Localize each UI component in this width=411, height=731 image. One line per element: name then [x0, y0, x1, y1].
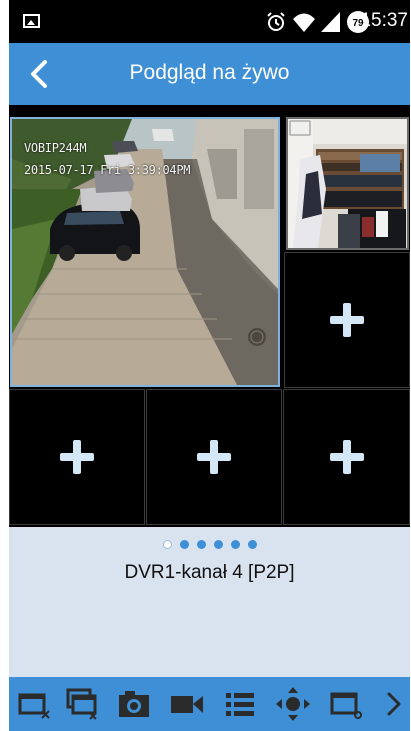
list-button[interactable]	[221, 685, 259, 723]
list-icon	[226, 693, 254, 716]
empty-slot[interactable]	[283, 389, 410, 525]
status-time: 15:37	[360, 10, 408, 31]
wifi-icon	[293, 13, 315, 32]
plus-icon	[60, 440, 94, 474]
channel-label: DVR1-kanał 4 [P2P]	[124, 562, 295, 583]
close-all-windows-button[interactable]	[62, 685, 100, 723]
camera-view-shop[interactable]	[286, 117, 409, 250]
app-header: Podgląd na żywo	[9, 43, 410, 105]
window-settings-icon	[330, 692, 362, 719]
status-bar: 79 15:37	[9, 0, 410, 43]
osd-camera-name: VOBIP244M	[24, 141, 87, 155]
more-button[interactable]	[379, 685, 409, 723]
snapshot-icon	[119, 691, 149, 717]
page-dot[interactable]	[196, 540, 206, 549]
page-title: Podgląd na żywo	[129, 61, 290, 84]
plus-icon	[329, 440, 364, 474]
signal-icon	[321, 12, 340, 32]
page-indicator	[9, 540, 410, 549]
camera-view-main[interactable]: VOBIP244M 2015-07-17 Fri 3:39:04PM	[10, 117, 280, 387]
page-dot[interactable]	[247, 540, 257, 549]
record-button[interactable]	[168, 685, 206, 723]
empty-slot[interactable]	[146, 389, 282, 525]
camera-feed-street	[12, 119, 278, 385]
alarm-icon	[267, 12, 285, 31]
page-dot[interactable]	[230, 540, 240, 549]
window-settings-button[interactable]	[327, 685, 365, 723]
close-window-button[interactable]	[15, 685, 53, 723]
snapshot-button[interactable]	[115, 685, 153, 723]
bottom-toolbar	[9, 677, 410, 731]
plus-icon	[330, 303, 364, 337]
close-window-icon	[18, 693, 50, 719]
app-screen: 79 15:37 Podgląd na żywo VOBIP244M 2015-…	[9, 0, 410, 731]
ptz-control-button[interactable]	[274, 685, 312, 723]
record-icon	[171, 696, 203, 713]
video-grid: VOBIP244M 2015-07-17 Fri 3:39:04PM	[9, 105, 410, 527]
gallery-icon	[23, 14, 40, 28]
close-all-windows-icon	[66, 688, 97, 720]
page-dot[interactable]	[179, 540, 189, 549]
camera-feed-shop	[288, 119, 407, 248]
status-icons: 79	[265, 9, 370, 35]
more-icon	[387, 692, 401, 716]
osd-datetime: 2015-07-17 Fri 3:39:04PM	[24, 163, 191, 177]
ptz-control-icon	[276, 687, 310, 721]
plus-icon	[197, 440, 231, 474]
page-dot[interactable]	[213, 540, 223, 549]
page-dot[interactable]	[162, 540, 172, 549]
empty-slot[interactable]	[284, 252, 410, 388]
empty-slot[interactable]	[9, 389, 145, 525]
